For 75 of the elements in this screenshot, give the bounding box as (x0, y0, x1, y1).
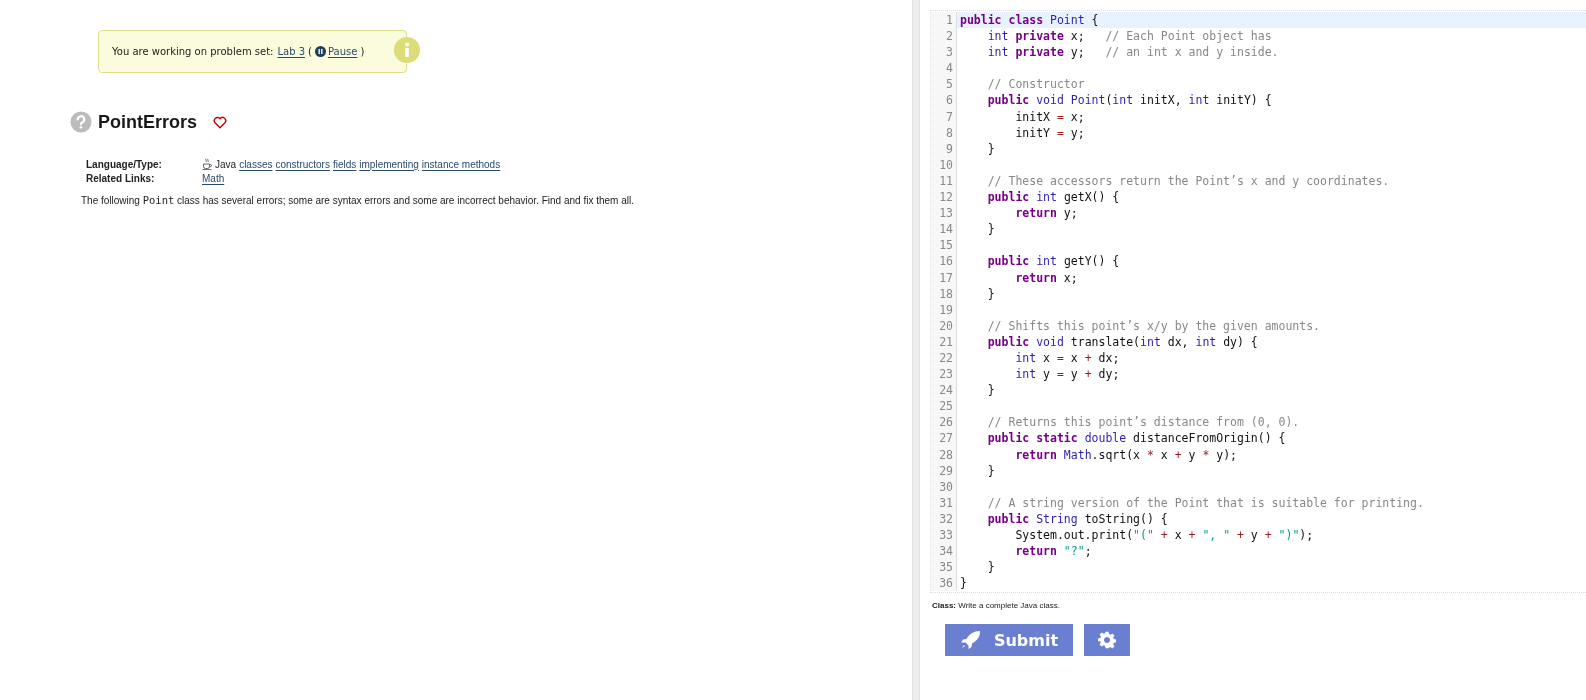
line-number: 36 (931, 575, 957, 592)
line-number: 5 (931, 76, 957, 93)
problem-title: PointErrors (98, 111, 198, 133)
code-line: } (986, 559, 996, 576)
line-number: 27 (931, 430, 957, 447)
code-line: public void translate(int dx, int dy) { (986, 333, 1259, 350)
code-line: return y; (1014, 205, 1079, 222)
tag-link[interactable]: implementing (359, 158, 419, 170)
notice-text: You are working on problem set: (112, 46, 274, 57)
code-line: } (986, 221, 996, 238)
meta-label: Related Links: (86, 172, 156, 184)
code-line: initY = y; (1014, 124, 1086, 141)
code-line: } (986, 285, 996, 302)
tag-link[interactable]: constructors (275, 158, 330, 170)
settings-button[interactable] (1084, 624, 1130, 657)
code-line: public void Point(int initX, int initY) { (986, 92, 1273, 109)
meta-label: Language/Type: (86, 158, 163, 170)
code-line: // Returns this point’s distance from (0, 0). (986, 414, 1301, 431)
code-line: return "?"; (1014, 543, 1093, 560)
language-text: Java (215, 158, 237, 170)
help-icon[interactable] (70, 111, 92, 133)
tag-link[interactable]: fields (332, 158, 357, 170)
line-number: 3 (931, 44, 957, 61)
code-line: } (986, 462, 996, 479)
line-number: 12 (931, 189, 957, 206)
pause-icon (314, 46, 326, 57)
code-line: public int getY() { (986, 253, 1121, 270)
code-line: int x = x + dx; (1014, 349, 1121, 367)
pause-link[interactable]: Pause (314, 46, 358, 57)
line-number: 13 (931, 205, 957, 222)
code-line: } (959, 575, 968, 592)
code-line: int y = y + dy; (1014, 366, 1121, 383)
line-number: 16 (931, 253, 957, 270)
line-number: 2 (931, 28, 957, 45)
problem-description: The following Point class has several errors; some are syntax errors and some are incorrect behavior. Find and fix them all. (81, 194, 635, 206)
code-line: int private x; // Each Point object has (986, 28, 1273, 45)
line-number: 33 (931, 527, 957, 544)
line-number: 1 (931, 12, 957, 29)
line-number: 23 (931, 366, 957, 383)
line-number: 26 (931, 414, 957, 431)
heart-icon[interactable] (213, 115, 228, 129)
code-line: public static double distanceFromOrigin() { (986, 430, 1287, 447)
coffee-cup-icon (202, 158, 212, 170)
rocket-icon (959, 630, 982, 651)
tag-link[interactable]: classes (239, 158, 273, 170)
code-line: } (986, 140, 996, 157)
line-number: 15 (931, 237, 957, 254)
line-number: 6 (931, 92, 957, 109)
line-number: 25 (931, 398, 957, 415)
line-number: 24 (931, 382, 957, 399)
code-editor[interactable] (930, 10, 1586, 594)
paren-text: ( (308, 46, 312, 57)
line-number: 14 (931, 221, 957, 238)
line-number: 35 (931, 559, 957, 576)
code-line: public int getX() { (986, 189, 1121, 206)
submit-button[interactable]: Submit (945, 624, 1073, 657)
code-line: // These accessors return the Point’s x and y coordinates. (986, 172, 1391, 190)
line-number: 4 (931, 60, 957, 77)
code-line: System.out.print("(" + x + ", " + y + ")"); (1014, 527, 1315, 544)
code-line: } (986, 382, 996, 399)
tag-link[interactable]: Math (202, 172, 225, 184)
problem-set-link[interactable]: Lab 3 (277, 46, 306, 57)
code-line: initX = x; (1014, 108, 1086, 125)
paren-text: ) (360, 46, 365, 57)
code-line: return x; (1014, 269, 1079, 286)
code-line: int private y; // an int x and y inside. (986, 44, 1280, 61)
hint-text: Class: Write a complete Java class. (932, 601, 1061, 611)
code-line: return Math.sqrt(x * x + y * y); (1014, 446, 1239, 463)
code-line: // A string version of the Point that is suitable for printing. (986, 494, 1425, 511)
line-number: 34 (931, 543, 957, 560)
code-line: public String toString() { (986, 510, 1169, 527)
code-line: // Constructor (986, 76, 1086, 93)
settings-icon (1098, 631, 1116, 650)
tag-link[interactable]: instance methods (421, 158, 501, 170)
code-line: // Shifts this point’s x/y by the given amounts. (986, 317, 1322, 334)
